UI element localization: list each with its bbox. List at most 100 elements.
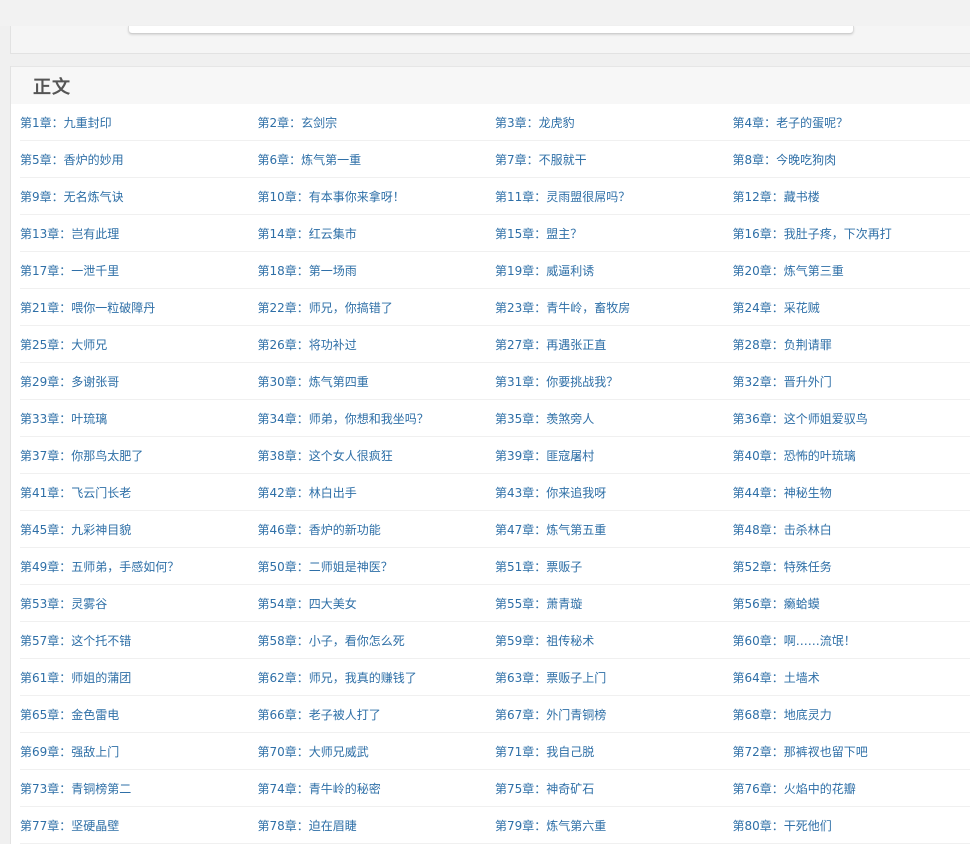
chapter-link[interactable]: 第64章：土墙术	[733, 669, 970, 686]
chapter-link[interactable]: 第53章：灵雾谷	[20, 595, 258, 612]
chapter-link[interactable]: 第10章：有本事你来拿呀！	[258, 188, 496, 205]
chapter-link[interactable]: 第48章：击杀林白	[733, 521, 970, 538]
chapter-link[interactable]: 第56章：癞蛤蟆	[733, 595, 970, 612]
chapter-link[interactable]: 第38章：这个女人很疯狂	[258, 447, 496, 464]
chapter-link[interactable]: 第35章：羡煞旁人	[495, 410, 733, 427]
chapter-link[interactable]: 第13章：岂有此理	[20, 225, 258, 242]
chapter-link[interactable]: 第67章：外门青铜榜	[495, 706, 733, 723]
panel-header: 正文	[11, 66, 970, 104]
chapter-link[interactable]: 第50章：二师姐是神医？	[258, 558, 496, 575]
chapter-link[interactable]: 第69章：强敌上门	[20, 743, 258, 760]
chapter-link[interactable]: 第7章：不服就干	[495, 151, 733, 168]
chapter-link[interactable]: 第21章：喂你一粒破障丹	[20, 299, 258, 316]
chapter-row: 第77章：坚硬晶壁 第78章：迫在眉睫 第79章：炼气第六重 第80章：干死他们	[20, 807, 970, 844]
chapter-link[interactable]: 第58章：小子，看你怎么死	[258, 632, 496, 649]
chapter-row: 第29章：多谢张哥 第30章：炼气第四重 第31章：你要挑战我？ 第32章：晋升外门	[20, 363, 970, 400]
chapter-link[interactable]: 第71章：我自己脱	[495, 743, 733, 760]
chapter-link[interactable]: 第70章：大师兄威武	[258, 743, 496, 760]
chapter-link[interactable]: 第78章：迫在眉睫	[258, 817, 496, 834]
chapter-row: 第1章：九重封印 第2章：玄剑宗 第3章：龙虎豹 第4章：老子的蛋呢？	[20, 104, 970, 141]
chapter-link[interactable]: 第52章：特殊任务	[733, 558, 970, 575]
chapter-link[interactable]: 第19章：威逼利诱	[495, 262, 733, 279]
chapter-link[interactable]: 第66章：老子被人打了	[258, 706, 496, 723]
chapter-link[interactable]: 第40章：恐怖的叶琉璃	[733, 447, 970, 464]
chapter-link[interactable]: 第17章：一泄千里	[20, 262, 258, 279]
chapter-row: 第57章：这个托不错 第58章：小子，看你怎么死 第59章：祖传秘术 第60章：啊………	[20, 622, 970, 659]
chapter-link[interactable]: 第5章：香炉的妙用	[20, 151, 258, 168]
chapter-link[interactable]: 第6章：炼气第一重	[258, 151, 496, 168]
chapter-link[interactable]: 第37章：你那鸟太肥了	[20, 447, 258, 464]
chapter-link[interactable]: 第28章：负荆请罪	[733, 336, 970, 353]
chapter-link[interactable]: 第46章：香炉的新功能	[258, 521, 496, 538]
chapter-list: 第1章：九重封印 第2章：玄剑宗 第3章：龙虎豹 第4章：老子的蛋呢？ 第5章：香炉的妙…	[11, 104, 970, 844]
chapter-link[interactable]: 第72章：那裤衩也留下吧	[733, 743, 970, 760]
chapter-link[interactable]: 第33章：叶琉璃	[20, 410, 258, 427]
chapter-link[interactable]: 第15章：盟主？	[495, 225, 733, 242]
top-panel-card	[128, 26, 854, 34]
chapter-link[interactable]: 第25章：大师兄	[20, 336, 258, 353]
chapter-link[interactable]: 第9章：无名炼气诀	[20, 188, 258, 205]
chapter-link[interactable]: 第4章：老子的蛋呢？	[733, 114, 970, 131]
chapter-link[interactable]: 第62章：师兄，我真的赚钱了	[258, 669, 496, 686]
chapter-row: 第17章：一泄千里 第18章：第一场雨 第19章：威逼利诱 第20章：炼气第三重	[20, 252, 970, 289]
chapter-link[interactable]: 第49章：五师弟，手感如何？	[20, 558, 258, 575]
chapter-link[interactable]: 第12章：藏书楼	[733, 188, 970, 205]
chapter-link[interactable]: 第65章：金色雷电	[20, 706, 258, 723]
chapter-link[interactable]: 第79章：炼气第六重	[495, 817, 733, 834]
chapter-row: 第25章：大师兄 第26章：将功补过 第27章：再遇张正直 第28章：负荆请罪	[20, 326, 970, 363]
chapter-row: 第53章：灵雾谷 第54章：四大美女 第55章：萧青璇 第56章：癞蛤蟆	[20, 585, 970, 622]
chapter-link[interactable]: 第75章：神奇矿石	[495, 780, 733, 797]
chapter-link[interactable]: 第39章：匪寇屠村	[495, 447, 733, 464]
chapter-link[interactable]: 第11章：灵雨盟很屌吗？	[495, 188, 733, 205]
chapter-link[interactable]: 第61章：师姐的蒲团	[20, 669, 258, 686]
chapter-link[interactable]: 第42章：林白出手	[258, 484, 496, 501]
chapter-link[interactable]: 第2章：玄剑宗	[258, 114, 496, 131]
chapter-row: 第33章：叶琉璃 第34章：师弟，你想和我坐吗？ 第35章：羡煞旁人 第36章：这个师…	[20, 400, 970, 437]
chapter-link[interactable]: 第3章：龙虎豹	[495, 114, 733, 131]
chapter-link[interactable]: 第1章：九重封印	[20, 114, 258, 131]
chapter-row: 第5章：香炉的妙用 第6章：炼气第一重 第7章：不服就干 第8章：今晚吃狗肉	[20, 141, 970, 178]
chapter-link[interactable]: 第59章：祖传秘术	[495, 632, 733, 649]
chapter-link[interactable]: 第30章：炼气第四重	[258, 373, 496, 390]
chapter-link[interactable]: 第20章：炼气第三重	[733, 262, 970, 279]
chapter-link[interactable]: 第32章：晋升外门	[733, 373, 970, 390]
chapter-link[interactable]: 第26章：将功补过	[258, 336, 496, 353]
chapter-link[interactable]: 第45章：九彩神目貌	[20, 521, 258, 538]
chapter-link[interactable]: 第54章：四大美女	[258, 595, 496, 612]
chapter-link[interactable]: 第47章：炼气第五重	[495, 521, 733, 538]
chapter-link[interactable]: 第68章：地底灵力	[733, 706, 970, 723]
chapter-row: 第49章：五师弟，手感如何？ 第50章：二师姐是神医？ 第51章：票贩子 第52章：特…	[20, 548, 970, 585]
browser-top-strip	[0, 0, 970, 26]
chapter-link[interactable]: 第18章：第一场雨	[258, 262, 496, 279]
chapter-link[interactable]: 第29章：多谢张哥	[20, 373, 258, 390]
chapter-link[interactable]: 第51章：票贩子	[495, 558, 733, 575]
chapter-link[interactable]: 第57章：这个托不错	[20, 632, 258, 649]
chapter-row: 第9章：无名炼气诀 第10章：有本事你来拿呀！ 第11章：灵雨盟很屌吗？ 第12章：藏…	[20, 178, 970, 215]
chapter-row: 第61章：师姐的蒲团 第62章：师兄，我真的赚钱了 第63章：票贩子上门 第64章：土…	[20, 659, 970, 696]
chapter-link[interactable]: 第41章：飞云门长老	[20, 484, 258, 501]
chapter-link[interactable]: 第76章：火焰中的花瓣	[733, 780, 970, 797]
chapter-link[interactable]: 第14章：红云集市	[258, 225, 496, 242]
chapter-link[interactable]: 第73章：青铜榜第二	[20, 780, 258, 797]
chapter-link[interactable]: 第80章：干死他们	[733, 817, 970, 834]
chapter-link[interactable]: 第23章：青牛岭，畜牧房	[495, 299, 733, 316]
chapter-link[interactable]: 第24章：采花贼	[733, 299, 970, 316]
chapter-link[interactable]: 第55章：萧青璇	[495, 595, 733, 612]
chapter-link[interactable]: 第27章：再遇张正直	[495, 336, 733, 353]
chapter-link[interactable]: 第16章：我肚子疼，下次再打	[733, 225, 970, 242]
chapter-link[interactable]: 第77章：坚硬晶壁	[20, 817, 258, 834]
chapter-link[interactable]: 第34章：师弟，你想和我坐吗？	[258, 410, 496, 427]
chapter-link[interactable]: 第74章：青牛岭的秘密	[258, 780, 496, 797]
chapter-link[interactable]: 第44章：神秘生物	[733, 484, 970, 501]
chapter-row: 第37章：你那鸟太肥了 第38章：这个女人很疯狂 第39章：匪寇屠村 第40章：恐怖的…	[20, 437, 970, 474]
chapter-link[interactable]: 第63章：票贩子上门	[495, 669, 733, 686]
chapter-link[interactable]: 第36章：这个师姐爱驭鸟	[733, 410, 970, 427]
chapter-link[interactable]: 第43章：你来追我呀	[495, 484, 733, 501]
chapter-row: 第45章：九彩神目貌 第46章：香炉的新功能 第47章：炼气第五重 第48章：击杀林白	[20, 511, 970, 548]
chapter-row: 第13章：岂有此理 第14章：红云集市 第15章：盟主？ 第16章：我肚子疼，下次再打	[20, 215, 970, 252]
chapter-link[interactable]: 第22章：师兄，你搞错了	[258, 299, 496, 316]
chapter-row: 第21章：喂你一粒破障丹 第22章：师兄，你搞错了 第23章：青牛岭，畜牧房 第24章…	[20, 289, 970, 326]
chapter-link[interactable]: 第60章：啊……流氓！	[733, 632, 970, 649]
chapter-link[interactable]: 第31章：你要挑战我？	[495, 373, 733, 390]
chapter-link[interactable]: 第8章：今晚吃狗肉	[733, 151, 970, 168]
